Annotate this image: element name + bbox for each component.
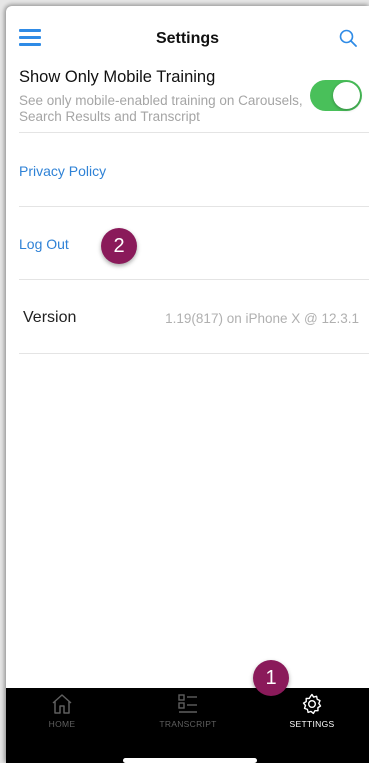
tab-home-label: HOME — [48, 719, 76, 729]
privacy-policy-link[interactable]: Privacy Policy — [19, 163, 106, 179]
tab-transcript-label: TRANSCRIPT — [159, 719, 217, 729]
annotation-badge-2: 2 — [101, 228, 137, 264]
mobile-training-setting: Show Only Mobile Training See only mobil… — [19, 66, 364, 126]
mobile-training-description: See only mobile-enabled training on Caro… — [19, 93, 303, 124]
search-icon[interactable] — [339, 29, 357, 47]
annotation-badge-1: 1 — [253, 660, 289, 696]
divider — [19, 353, 369, 354]
divider — [19, 279, 369, 280]
mobile-training-title: Show Only Mobile Training — [19, 68, 216, 86]
version-value: 1.19(817) on iPhone X @ 12.3.1 — [165, 311, 359, 326]
gear-icon — [302, 693, 322, 715]
tab-settings[interactable]: SETTINGS — [262, 692, 362, 742]
mobile-training-toggle[interactable] — [310, 80, 362, 111]
toggle-knob — [333, 82, 360, 109]
divider — [19, 132, 369, 133]
header: Settings — [6, 20, 369, 56]
phone-screen: Settings Show Only Mobile Training See o… — [6, 6, 369, 763]
tab-settings-label: SETTINGS — [289, 719, 335, 729]
home-indicator — [123, 758, 257, 763]
version-label: Version — [23, 309, 77, 326]
tab-transcript[interactable]: TRANSCRIPT — [138, 692, 238, 742]
transcript-icon — [178, 694, 197, 713]
log-out-link[interactable]: Log Out — [19, 236, 69, 252]
page-title: Settings — [155, 30, 220, 47]
divider — [19, 206, 369, 207]
home-icon — [52, 694, 72, 714]
tab-home[interactable]: HOME — [12, 692, 112, 742]
bottom-tab-bar: HOME TRANSCRIPT SETTINGS — [6, 688, 369, 763]
